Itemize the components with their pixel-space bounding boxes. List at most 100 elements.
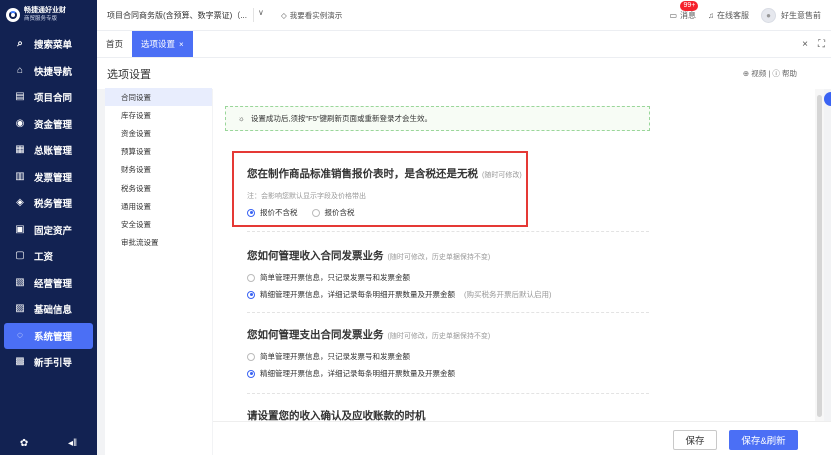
settings-icon[interactable]: ✿: [20, 438, 28, 449]
section-question: 您如何管理支出合同发票业务 (随时可修改，历史单据保持不变): [247, 329, 491, 341]
sidebar-menu: ⌕ 搜索菜单 ⌂ 快捷导航 ▤ 项目合同 ◉ 资金管理 ▦ 总账管理 ▥ 发票管理 ◈ 税务管…: [0, 31, 97, 376]
messages-button[interactable]: ▭ 消息 99+: [669, 1, 699, 21]
radio-unchecked-icon: [247, 352, 255, 361]
demo-link-label: 我要看实例演示: [289, 10, 343, 20]
close-all-icon[interactable]: ×: [802, 39, 808, 50]
messages-badge: 99+: [680, 1, 699, 11]
section-tag: (随时可修改，历史单据保持不变): [387, 333, 491, 340]
sidebar-item-label: 工资: [34, 252, 54, 264]
user-name: 好生意售前: [781, 11, 821, 20]
headset-icon: ♫: [708, 11, 714, 20]
lightbulb-icon: ☼: [238, 114, 245, 123]
nav-tax-settings[interactable]: 税务设置: [105, 179, 212, 197]
sidebar-item-label: 税务管理: [34, 199, 73, 211]
scrollbar-thumb[interactable]: [817, 95, 822, 417]
nav-approval-settings[interactable]: 审批流设置: [105, 234, 212, 252]
sidebar-item-tax[interactable]: ◈ 税务管理: [0, 190, 97, 217]
basic-info-icon: ▨: [15, 303, 25, 315]
highlight-box: [232, 151, 528, 227]
section-income-invoice: 您如何管理收入合同发票业务 (随时可修改，历史单据保持不变) 简单管理开票信息，只…: [247, 248, 649, 300]
option-hint: (购买税务开票后默认启用): [464, 290, 552, 299]
home-icon: ⌂: [16, 64, 24, 76]
radio-checked-icon: [247, 290, 255, 299]
radio-income-simple[interactable]: 简单管理开票信息，只记录发票号和发票金额: [247, 272, 649, 283]
nav-fund-settings[interactable]: 资金设置: [105, 124, 212, 142]
sidebar-item-label: 搜索菜单: [34, 40, 73, 52]
sidebar-item-label: 总账管理: [34, 146, 73, 158]
tab-options[interactable]: 选项设置 ×: [132, 31, 193, 57]
sidebar-item-search[interactable]: ⌕ 搜索菜单: [0, 31, 97, 58]
sidebar-item-label: 快捷导航: [34, 66, 73, 78]
messages-label: 消息: [680, 11, 696, 20]
contract-icon: ▤: [15, 91, 25, 103]
asset-icon: ▣: [15, 223, 25, 235]
demo-link[interactable]: ◇ 我要看实例演示: [281, 10, 342, 21]
sidebar-item-fund[interactable]: ◉ 资金管理: [0, 111, 97, 138]
nav-budget-settings[interactable]: 预算设置: [105, 143, 212, 161]
tab-label: 选项设置: [141, 39, 176, 49]
fullscreen-icon[interactable]: ⛶: [818, 39, 825, 50]
settings-content: ☼ 设置成功后,须按"F5"键刷新页面或重新登录才会生效。 您在制作商品标准销售…: [213, 88, 815, 455]
system-icon: ◌: [17, 329, 23, 341]
radio-expense-simple[interactable]: 简单管理开票信息，只记录发票号和发票金额: [247, 351, 649, 362]
sidebar-item-system[interactable]: ◌ 系统管理: [4, 322, 93, 349]
account-name: 项目合同商务版(含预算、数字票证)（...: [107, 10, 247, 20]
tab-label: 首页: [106, 39, 124, 49]
sidebar-item-guide[interactable]: ▩ 新手引导: [0, 349, 97, 376]
section-tag: (随时可修改，历史单据保持不变): [387, 254, 491, 261]
nav-inventory-settings[interactable]: 库存设置: [105, 106, 212, 124]
radio-unchecked-icon: [247, 273, 255, 282]
page-header: 选项设置 ⊕ 视频 | ⓘ 帮助: [97, 57, 831, 89]
sidebar-item-label: 固定资产: [34, 225, 73, 237]
sidebar-item-basic-info[interactable]: ▨ 基础信息: [0, 296, 97, 323]
online-service-button[interactable]: ♫ 在线客服: [708, 10, 749, 21]
nav-contract-settings[interactable]: 合同设置: [105, 88, 212, 107]
side-widget-icon[interactable]: [824, 92, 831, 106]
sidebar-item-invoice[interactable]: ▥ 发票管理: [0, 164, 97, 191]
eye-icon: ◇: [281, 10, 287, 20]
close-icon[interactable]: ×: [179, 40, 184, 49]
collapse-icon[interactable]: ◂‖: [68, 438, 77, 449]
guide-icon: ▩: [15, 356, 25, 368]
video-help-links[interactable]: ⊕ 视频 | ⓘ 帮助: [743, 68, 797, 79]
nav-finance-settings[interactable]: 财务设置: [105, 161, 212, 179]
ledger-icon: ▦: [15, 144, 25, 156]
tab-home[interactable]: 首页: [97, 31, 132, 57]
content-scrollbar[interactable]: [815, 89, 824, 421]
brand-edition: 商贸服务专版: [24, 16, 58, 22]
user-menu[interactable]: ● 好生意售前: [761, 8, 821, 23]
sidebar-item-asset[interactable]: ▣ 固定资产: [0, 217, 97, 244]
sidebar-item-label: 基础信息: [34, 305, 73, 317]
radio-income-detailed[interactable]: 精细管理开票信息，详细记录每条明细开票数量及开票金额 (购买税务开票后默认启用): [247, 289, 649, 300]
save-refresh-button[interactable]: 保存&刷新: [729, 430, 798, 450]
operation-icon: ▧: [15, 276, 25, 288]
nav-general-settings[interactable]: 通用设置: [105, 197, 212, 215]
sidebar-item-salary[interactable]: ▢ 工资: [0, 243, 97, 270]
search-icon: ⌕: [17, 38, 23, 50]
salary-icon: ▢: [15, 250, 25, 262]
sidebar-item-label: 发票管理: [34, 172, 73, 184]
radio-expense-detailed[interactable]: 精细管理开票信息，详细记录每条明细开票数量及开票金额: [247, 368, 649, 379]
sidebar-item-label: 新手引导: [34, 358, 73, 370]
sidebar-item-operation[interactable]: ▧ 经营管理: [0, 270, 97, 297]
save-button[interactable]: 保存: [673, 430, 717, 450]
sidebar-item-label: 经营管理: [34, 278, 73, 290]
invoice-icon: ▥: [15, 170, 25, 182]
fund-icon: ◉: [15, 117, 25, 129]
settings-nav: 合同设置 库存设置 资金设置 预算设置 财务设置 税务设置 通用设置 安全设置 …: [105, 88, 212, 455]
section-expense-invoice: 您如何管理支出合同发票业务 (随时可修改，历史单据保持不变) 简单管理开票信息，只…: [247, 327, 649, 379]
sidebar-item-ledger[interactable]: ▦ 总账管理: [0, 137, 97, 164]
sidebar-item-label: 资金管理: [34, 119, 73, 131]
tabs-bar: 首页 选项设置 × × ⛶: [97, 31, 831, 57]
sidebar: 畅捷通好业财 商贸服务专版 ⌕ 搜索菜单 ⌂ 快捷导航 ▤ 项目合同 ◉ 资金管理 ▦ 总…: [0, 0, 97, 455]
sidebar-item-label: 系统管理: [34, 331, 73, 343]
sidebar-item-label: 项目合同: [34, 93, 73, 105]
divider: [247, 312, 649, 313]
notice-banner: ☼ 设置成功后,须按"F5"键刷新页面或重新登录才会生效。: [225, 106, 650, 131]
page-title: 选项设置: [107, 68, 151, 81]
sidebar-bottom: ✿ ◂‖: [0, 431, 97, 455]
account-select[interactable]: 项目合同商务版(含预算、数字票证)（... ∨: [107, 8, 267, 22]
nav-security-settings[interactable]: 安全设置: [105, 215, 212, 233]
sidebar-item-contract[interactable]: ▤ 项目合同: [0, 84, 97, 111]
sidebar-item-quick-nav[interactable]: ⌂ 快捷导航: [0, 58, 97, 85]
